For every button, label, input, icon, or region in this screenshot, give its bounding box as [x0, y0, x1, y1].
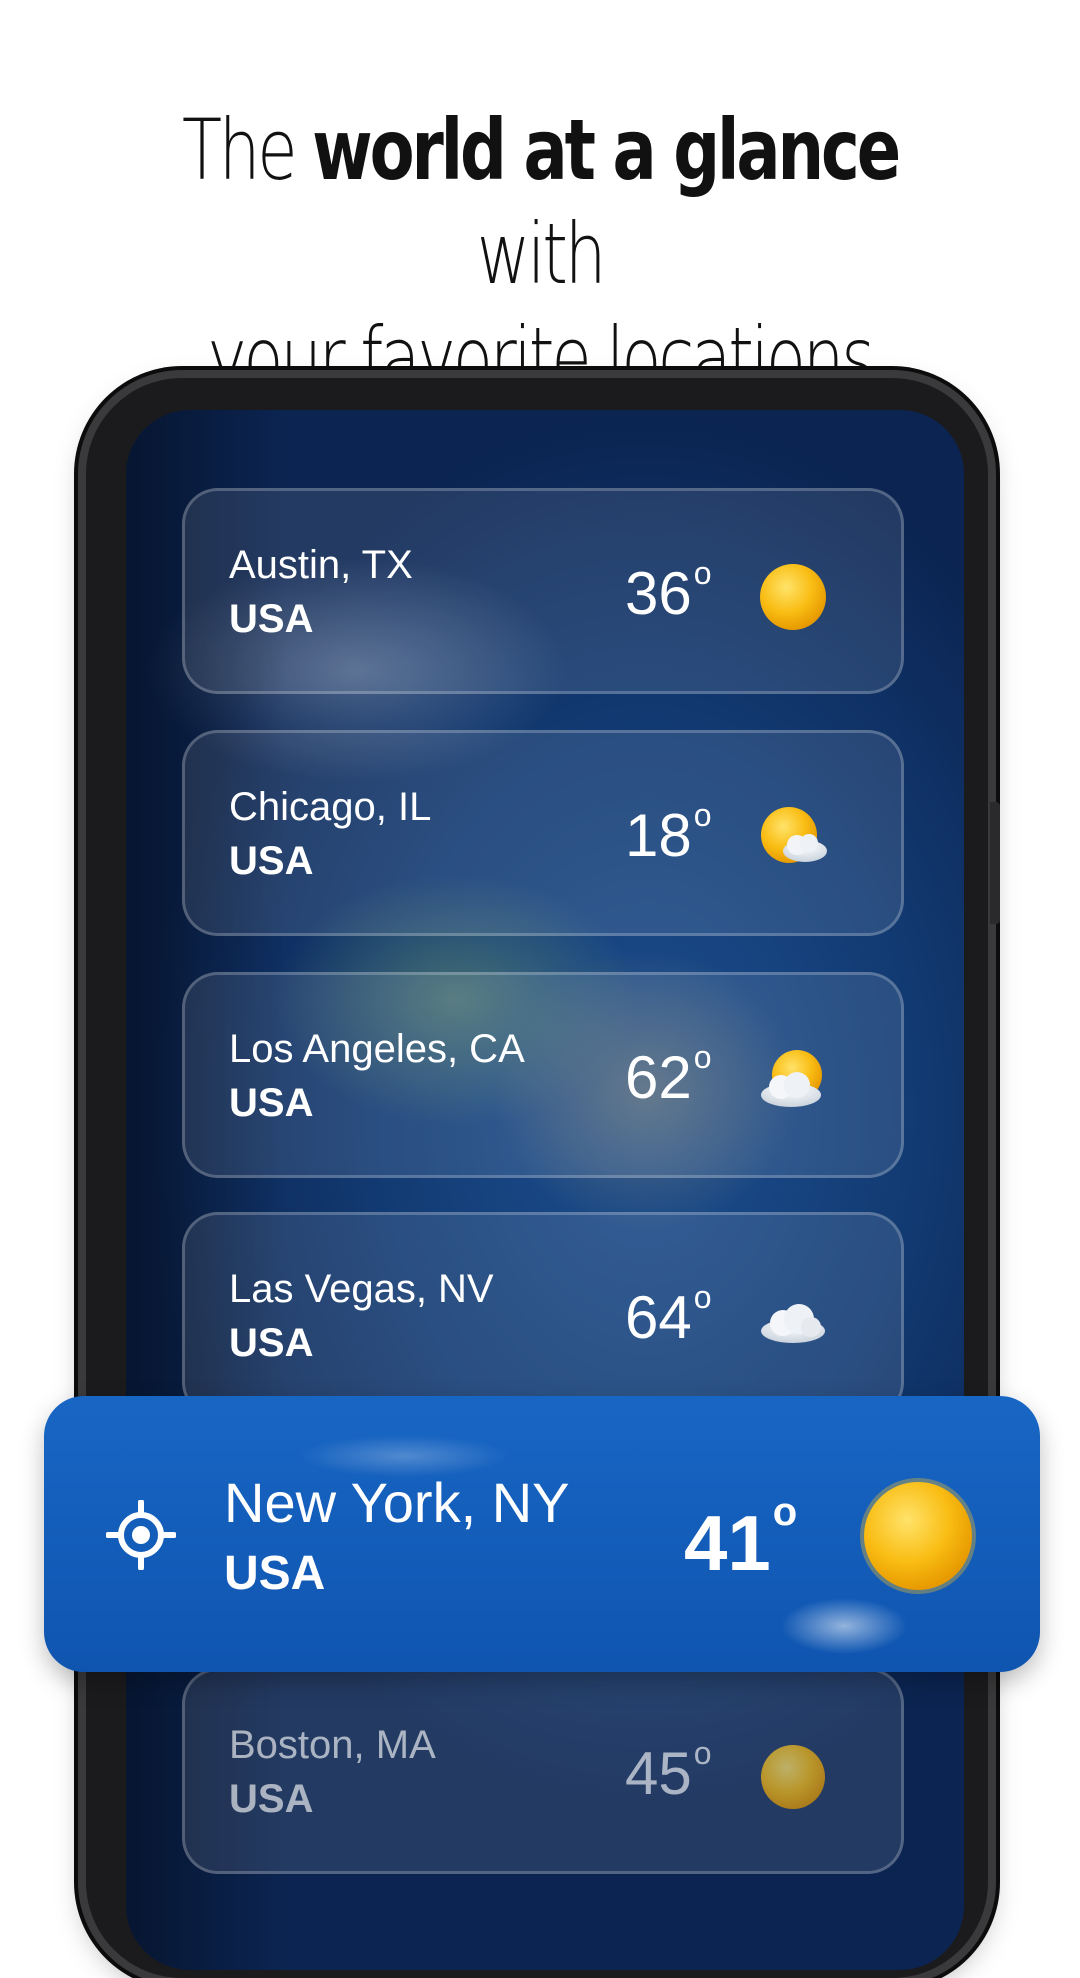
sun-icon — [760, 564, 826, 630]
location-card[interactable]: Boston, MA USA 45o — [182, 1668, 904, 1874]
temperature: 36o — [625, 555, 712, 627]
sun-icon — [860, 1478, 976, 1594]
headline-bold: world at a glance — [312, 101, 901, 199]
country-name: USA — [229, 839, 314, 883]
city-name: Boston, MA — [229, 1723, 436, 1767]
headline-part1: The — [181, 101, 298, 199]
partly-cloudy-icon — [761, 1050, 822, 1107]
current-location-card[interactable]: New York, NY USA 41o — [44, 1396, 1040, 1672]
my-location-icon[interactable] — [106, 1500, 176, 1570]
temperature: 64o — [625, 1279, 712, 1351]
location-card[interactable]: Austin, TX USA 36o — [182, 488, 904, 694]
partly-cloudy-icon — [761, 807, 827, 863]
city-name: Austin, TX — [229, 543, 413, 587]
temperature: 41o — [684, 1490, 798, 1587]
sun-icon — [761, 1745, 825, 1809]
location-card[interactable]: Los Angeles, CA USA 62o — [182, 972, 904, 1178]
country-name: USA — [229, 1081, 314, 1125]
temperature: 18o — [625, 797, 712, 869]
cloud-icon — [761, 1304, 825, 1343]
location-card[interactable]: Las Vegas, NV USA 64o — [182, 1212, 904, 1418]
temperature: 45o — [625, 1735, 712, 1807]
city-name: Los Angeles, CA — [229, 1027, 525, 1071]
phone-side-button — [990, 802, 1000, 924]
city-name: Chicago, IL — [229, 785, 432, 829]
headline-part2: with — [476, 205, 607, 303]
city-name: New York, NY — [224, 1471, 570, 1534]
country-name: USA — [229, 1777, 314, 1821]
temperature: 62o — [625, 1039, 712, 1111]
city-name: Las Vegas, NV — [229, 1267, 494, 1311]
location-card[interactable]: Chicago, IL USA 18o — [182, 730, 904, 936]
country-name: USA — [224, 1547, 326, 1600]
country-name: USA — [229, 1321, 314, 1365]
headline: The world at a glance with your favorite… — [119, 98, 961, 410]
country-name: USA — [229, 597, 314, 641]
